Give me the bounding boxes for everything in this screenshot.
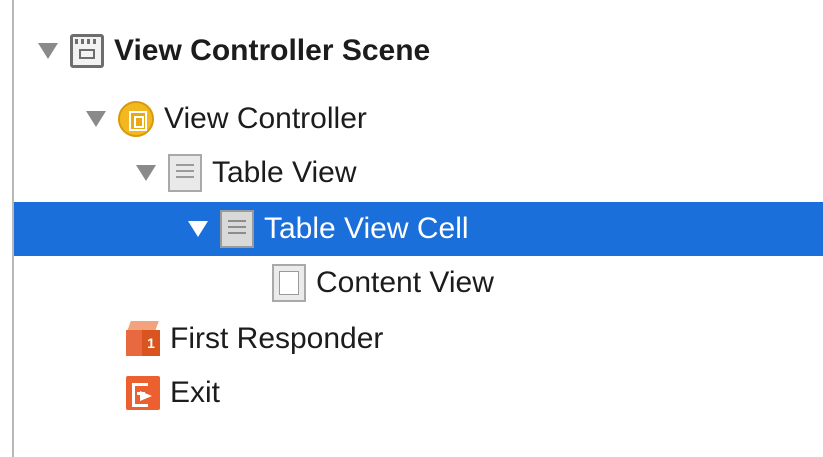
disclosure-triangle-icon[interactable]: [136, 165, 156, 181]
outline-item-label: Table View: [212, 156, 357, 189]
outline-item-table-view-cell[interactable]: Table View Cell: [14, 202, 823, 256]
table-view-cell-icon: [220, 210, 254, 248]
responder-badge: 1: [142, 330, 160, 356]
outline-item-view-controller[interactable]: View Controller: [14, 92, 823, 146]
view-controller-icon: [118, 101, 154, 137]
exit-icon: [126, 376, 160, 410]
outline-item-label: Content View: [316, 266, 494, 299]
outline-item-exit[interactable]: Exit: [14, 366, 823, 420]
outline-item-label: View Controller Scene: [114, 34, 431, 67]
first-responder-icon: 1: [126, 321, 160, 357]
outline-item-table-view[interactable]: Table View: [14, 146, 823, 200]
cube-left-face: [126, 330, 142, 356]
outline-item-first-responder[interactable]: 1 First Responder: [14, 312, 823, 366]
scene-icon: [70, 34, 104, 68]
outline-item-label: First Responder: [170, 322, 384, 355]
outline-item-label: View Controller: [164, 102, 367, 135]
exit-arrow-bar: [137, 392, 145, 395]
outline-item-label: Table View Cell: [264, 212, 469, 245]
content-view-icon: [272, 264, 306, 302]
outline-item-view-controller-scene[interactable]: View Controller Scene: [14, 24, 823, 78]
disclosure-triangle-icon[interactable]: [38, 43, 58, 59]
outline-item-content-view[interactable]: Content View: [14, 256, 823, 310]
table-view-icon: [168, 154, 202, 192]
disclosure-triangle-icon[interactable]: [86, 111, 106, 127]
disclosure-triangle-icon[interactable]: [188, 221, 208, 237]
outline-item-label: Exit: [170, 376, 221, 409]
document-outline: View Controller Scene View Controller Ta…: [0, 0, 823, 457]
